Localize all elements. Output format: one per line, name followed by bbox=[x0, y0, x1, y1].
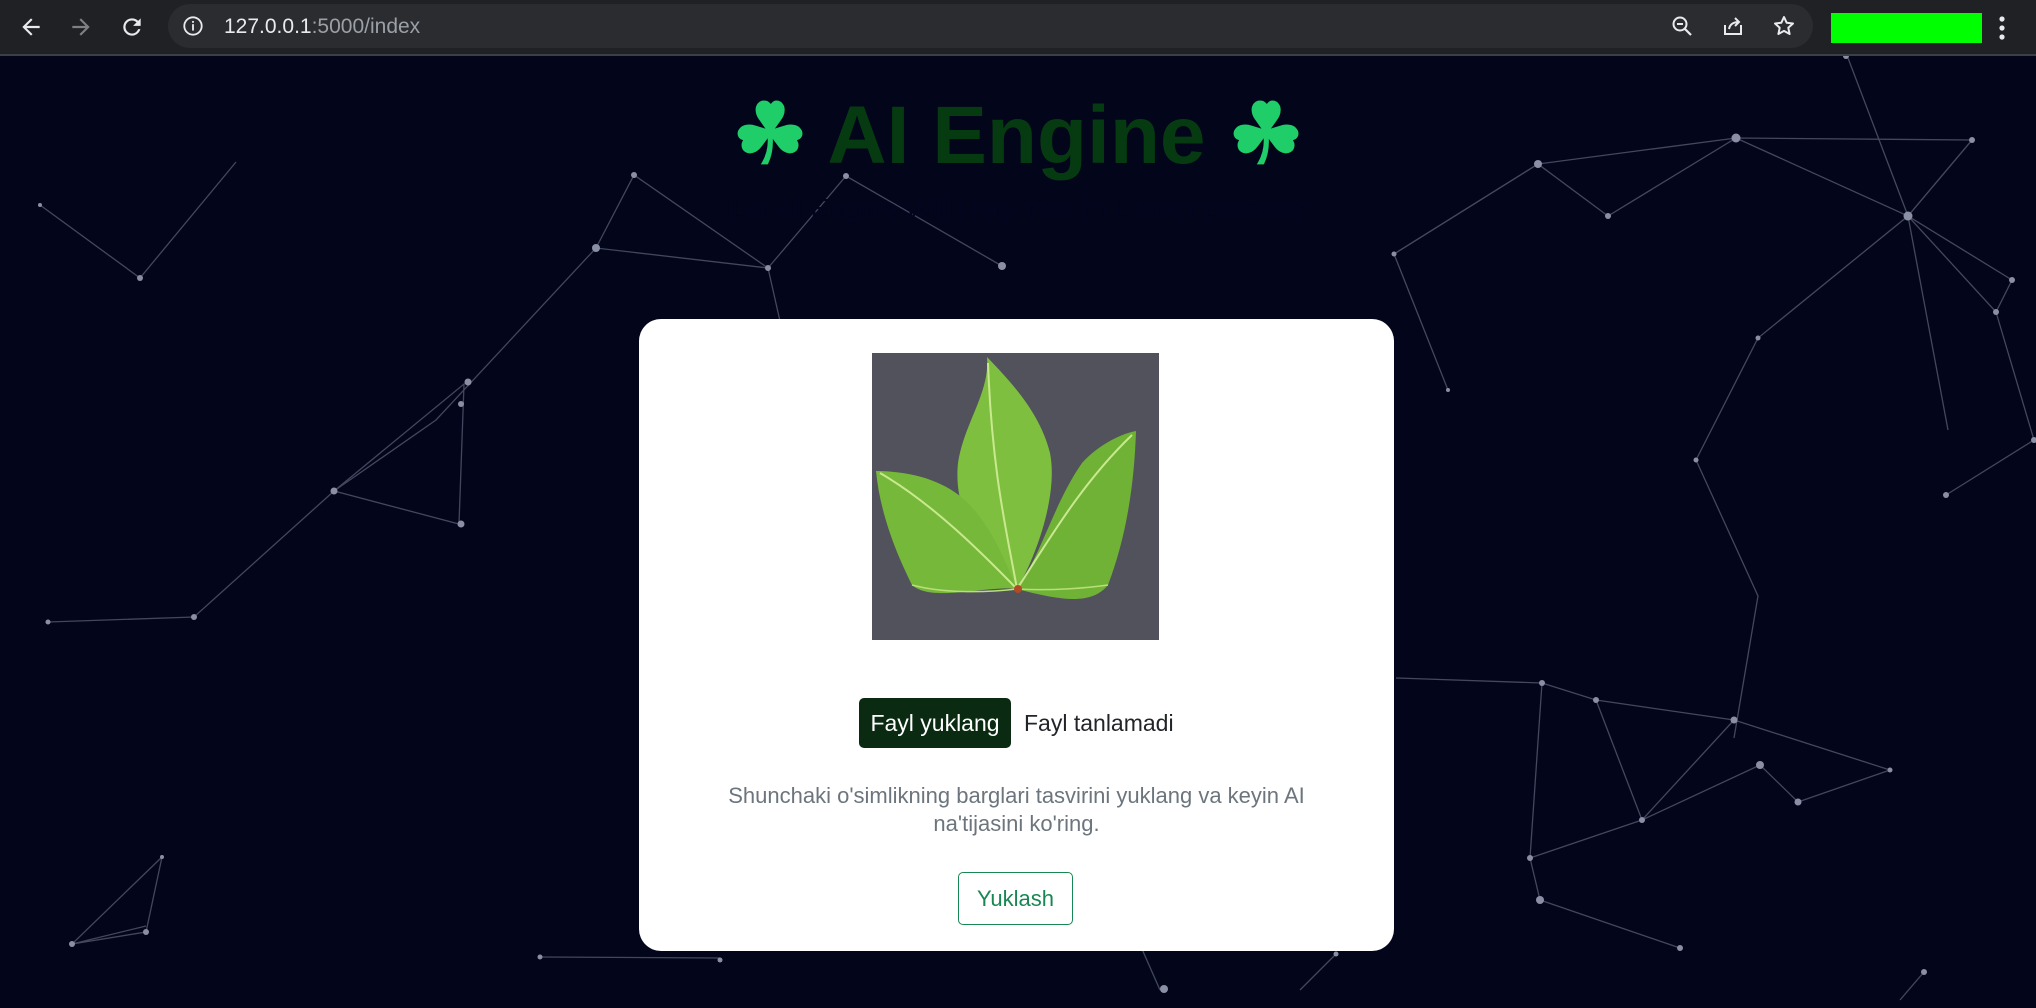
leaf-preview-image bbox=[872, 353, 1159, 640]
reload-icon bbox=[123, 18, 141, 36]
forward-button[interactable] bbox=[63, 9, 99, 45]
zoom-out-icon[interactable] bbox=[1670, 14, 1694, 38]
app-title-text: AI Engine bbox=[827, 90, 1206, 181]
kebab-menu-icon[interactable] bbox=[1990, 10, 2014, 46]
file-status-text: Fayl tanlamadi bbox=[1024, 710, 1174, 736]
share-icon[interactable] bbox=[1721, 14, 1745, 38]
upload-card: Fayl yuklang Fayl tanlamadi Shunchaki o'… bbox=[639, 319, 1394, 951]
arrow-right-icon bbox=[72, 18, 90, 36]
url-path: :5000/index bbox=[311, 15, 421, 38]
clover-icon: ☘ bbox=[732, 87, 808, 181]
file-input-row: Fayl yuklang Fayl tanlamadi bbox=[639, 698, 1394, 748]
info-icon[interactable] bbox=[182, 15, 204, 37]
url-host: 127.0.0.1 bbox=[224, 15, 312, 38]
page-subtitle: Let AI Engine Will Help You To Detect Di… bbox=[731, 193, 1305, 224]
back-button[interactable] bbox=[13, 9, 49, 45]
page-title: ☘ AI Engine ☘ bbox=[0, 86, 2036, 184]
url-text[interactable]: 127.0.0.1:5000/index bbox=[224, 15, 420, 39]
upload-submit-button[interactable]: Yuklash bbox=[958, 872, 1073, 925]
clover-icon: ☘ bbox=[1228, 87, 1304, 181]
help-text: Shunchaki o'simlikning barglari tasvirin… bbox=[728, 783, 1305, 836]
profile-badge[interactable] bbox=[1831, 13, 1982, 43]
address-bar[interactable]: 127.0.0.1:5000/index bbox=[168, 4, 1813, 48]
browser-toolbar: 127.0.0.1:5000/index bbox=[0, 0, 2036, 56]
arrow-left-icon bbox=[22, 18, 40, 36]
star-icon[interactable] bbox=[1772, 14, 1796, 38]
choose-file-button[interactable]: Fayl yuklang bbox=[859, 698, 1011, 748]
reload-button[interactable] bbox=[114, 9, 150, 45]
